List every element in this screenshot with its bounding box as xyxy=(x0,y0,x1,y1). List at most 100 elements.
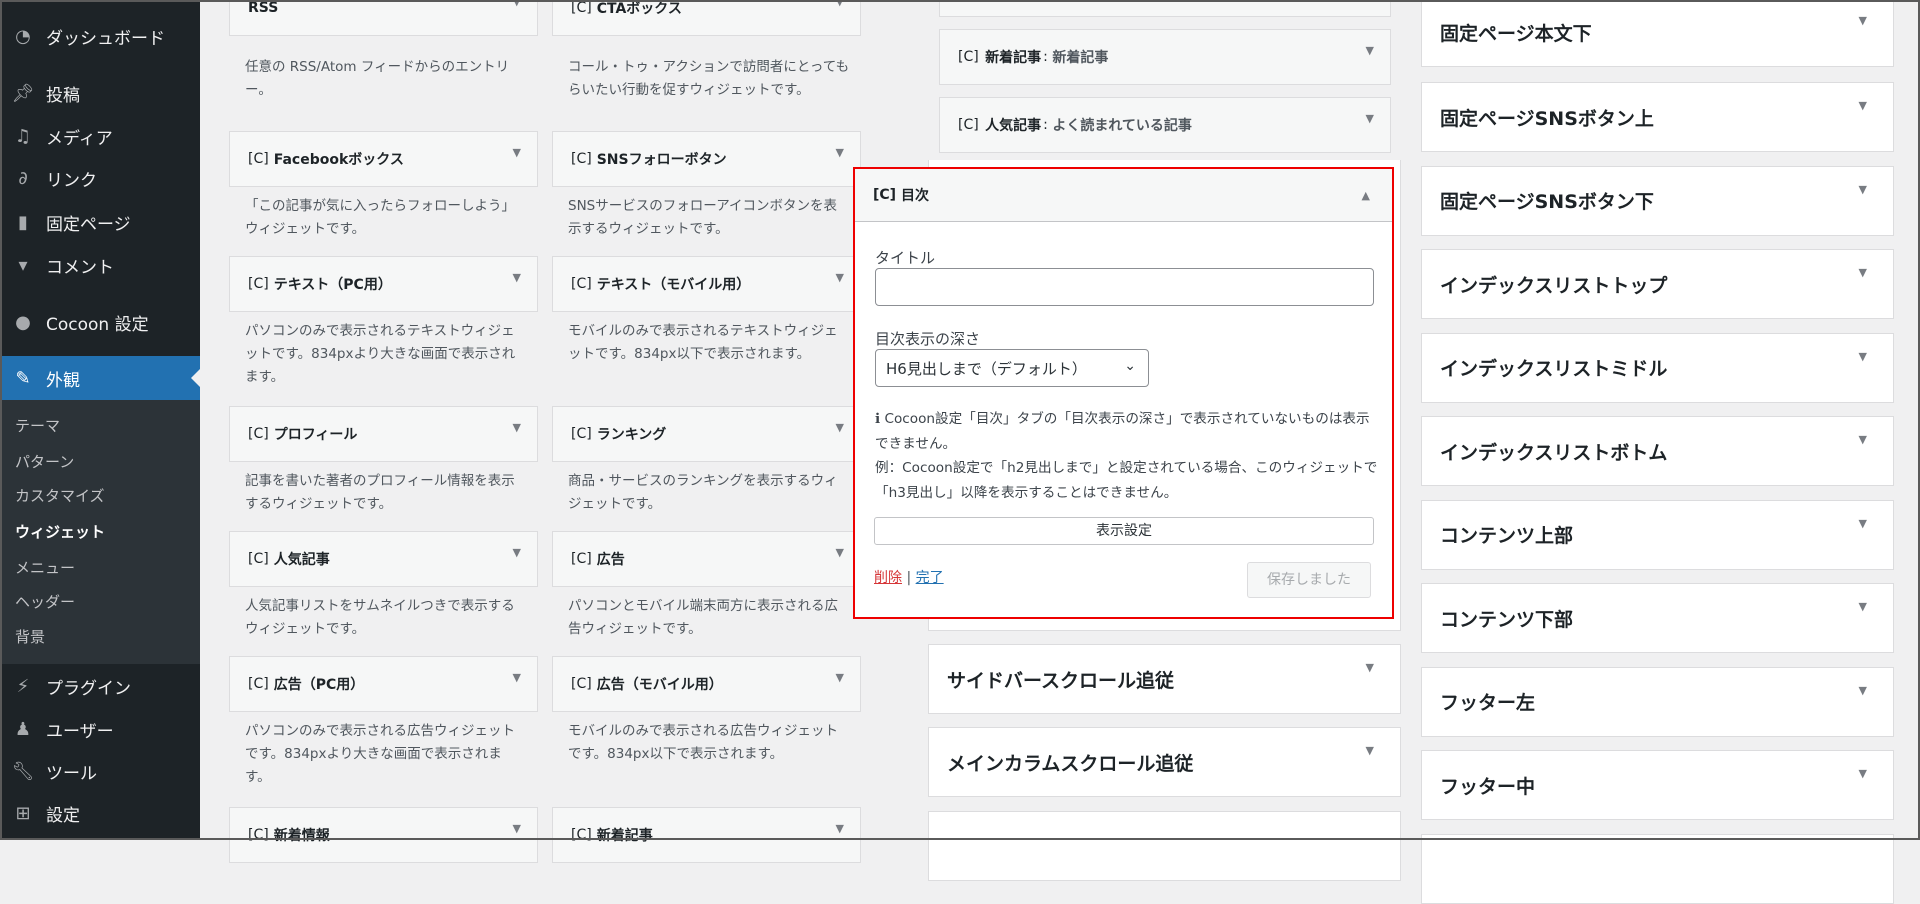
cocoon-icon: ● xyxy=(15,311,31,333)
submenu-patterns[interactable]: パターン xyxy=(15,451,74,472)
collapse-arrow-icon[interactable]: ▲ xyxy=(1362,189,1370,202)
expand-arrow-icon[interactable]: ▼ xyxy=(513,0,521,8)
expand-arrow-icon[interactable]: ▼ xyxy=(836,271,844,284)
available-widget[interactable]: RSS ▼ xyxy=(229,0,538,36)
expand-arrow-icon[interactable]: ▼ xyxy=(513,671,521,684)
expand-arrow-icon[interactable]: ▼ xyxy=(1859,517,1867,530)
expand-arrow-icon[interactable]: ▼ xyxy=(1859,433,1867,446)
delete-link[interactable]: 削除 xyxy=(874,570,902,586)
menu-tools[interactable]: 🔧︎ ツール xyxy=(0,751,200,791)
available-widget[interactable]: [C] テキスト（PC用） ▼ xyxy=(229,256,538,312)
comment-icon: ▾ xyxy=(18,254,28,276)
expand-arrow-icon[interactable]: ▼ xyxy=(1859,14,1867,27)
expand-arrow-icon[interactable]: ▼ xyxy=(513,546,521,559)
depth-note: ℹ Cocoon設定「目次」タブの「目次表示の深さ」で表示されていないものは表示… xyxy=(875,411,1378,501)
submenu-background[interactable]: 背景 xyxy=(15,626,45,647)
expand-arrow-icon[interactable]: ▼ xyxy=(513,421,521,434)
available-widget[interactable]: [C] 広告 ▼ xyxy=(552,531,861,587)
expand-arrow-icon[interactable]: ▼ xyxy=(1366,661,1374,674)
widget-description: 記事を書いた著者のプロフィール情報を表示するウィジェットです。 xyxy=(245,473,515,512)
menu-dashboard[interactable]: ◔ ダッシュボード xyxy=(0,16,200,56)
widget-area[interactable]: 固定ページSNSボタン下 ▼ xyxy=(1421,165,1894,236)
widget-area[interactable]: コンテンツ下部 ▼ xyxy=(1421,583,1894,653)
widget-area[interactable]: 固定ページ本文下 ▼ xyxy=(1421,0,1894,67)
available-widget[interactable]: [C] CTAボックス ▼ xyxy=(552,0,861,36)
expand-arrow-icon[interactable]: ▼ xyxy=(836,146,844,159)
submenu-themes[interactable]: テーマ xyxy=(15,415,60,436)
widget-area[interactable]: 固定ページSNSボタン上 ▼ xyxy=(1421,82,1894,152)
menu-settings[interactable]: ⊞ 設定 xyxy=(0,793,200,833)
menu-pages[interactable]: ▮ 固定ページ xyxy=(0,202,200,242)
available-widget[interactable]: [C] ランキング ▼ xyxy=(552,406,861,462)
available-widget[interactable]: [C] 広告（PC用） ▼ xyxy=(229,656,538,712)
area-next-right[interactable] xyxy=(1421,834,1894,904)
expand-arrow-icon[interactable]: ▼ xyxy=(836,671,844,684)
available-widget[interactable]: [C] 人気記事 ▼ xyxy=(229,531,538,587)
menu-media[interactable]: ♫ メディア xyxy=(0,116,200,156)
widget-description: コール・トゥ・アクションで訪問者にとってもらいたい行動を促すウィジェットです。 xyxy=(568,59,850,98)
widget-description: パソコンとモバイル端末両方に表示される広告ウィジェットです。 xyxy=(568,598,838,637)
expand-arrow-icon[interactable]: ▼ xyxy=(1859,767,1867,780)
sidebar-widget-top[interactable] xyxy=(939,0,1391,17)
menu-plugins[interactable]: ⚡︎ プラグイン xyxy=(0,666,200,706)
dashboard-icon: ◔ xyxy=(15,25,31,47)
menu-links[interactable]: ∂ リンク xyxy=(0,158,200,198)
expand-arrow-icon[interactable]: ▼ xyxy=(1859,684,1867,697)
area-next[interactable] xyxy=(928,811,1401,881)
submenu-widgets[interactable]: ウィジェット xyxy=(15,521,105,542)
submenu-header[interactable]: ヘッダー xyxy=(15,591,75,612)
expand-arrow-icon[interactable]: ▼ xyxy=(1366,744,1374,757)
widget-area[interactable]: インデックスリストミドル ▼ xyxy=(1421,332,1894,403)
available-widget[interactable]: [C] SNSフォローボタン ▼ xyxy=(552,131,861,187)
pin-icon: 📌︎ xyxy=(11,82,35,104)
available-widget[interactable]: [C] Facebookボックス ▼ xyxy=(229,131,538,187)
tool-icon: 🔧︎ xyxy=(11,760,35,782)
available-widget[interactable]: [C] 新着記事 ▼ xyxy=(552,807,861,863)
title-input[interactable] xyxy=(875,268,1374,306)
depth-select[interactable]: H6見出しまで（デフォルト） ⌄ xyxy=(875,349,1149,387)
expand-arrow-icon[interactable]: ▼ xyxy=(1859,600,1867,613)
available-widget[interactable]: [C] 新着情報 ▼ xyxy=(229,807,538,863)
save-button[interactable]: 保存しました xyxy=(1247,562,1371,598)
widget-area[interactable]: インデックスリストトップ ▼ xyxy=(1421,249,1894,319)
sidebar-widget-new-posts[interactable]: [C] 新着記事: 新着記事 ▼ xyxy=(939,29,1391,85)
user-icon: ♟ xyxy=(14,718,32,740)
available-widget[interactable]: [C] プロフィール ▼ xyxy=(229,406,538,462)
menu-users[interactable]: ♟ ユーザー xyxy=(0,709,200,749)
expand-arrow-icon[interactable]: ▼ xyxy=(1366,44,1374,57)
area-main-scroll[interactable]: メインカラムスクロール追従 ▼ xyxy=(928,727,1401,797)
menu-comments[interactable]: ▾ コメント xyxy=(0,245,200,285)
sidebar-widget-popular-posts[interactable]: [C] 人気記事: よく読まれている記事 ▼ xyxy=(939,97,1391,153)
display-settings-button[interactable]: 表示設定 xyxy=(874,517,1374,545)
expand-arrow-icon[interactable]: ▼ xyxy=(513,822,521,835)
expand-arrow-icon[interactable]: ▼ xyxy=(1859,350,1867,363)
submenu-customize[interactable]: カスタマイズ xyxy=(15,485,105,506)
expand-arrow-icon[interactable]: ▼ xyxy=(836,546,844,559)
done-link[interactable]: 完了 xyxy=(916,570,944,586)
expand-arrow-icon[interactable]: ▼ xyxy=(836,822,844,835)
chevron-down-icon: ⌄ xyxy=(1124,358,1136,374)
menu-posts[interactable]: 📌︎ 投稿 xyxy=(0,73,200,113)
expand-arrow-icon[interactable]: ▼ xyxy=(1859,266,1867,279)
widget-area[interactable]: フッター左 ▼ xyxy=(1421,666,1894,737)
available-widget[interactable]: [C] 広告（モバイル用） ▼ xyxy=(552,656,861,712)
expand-arrow-icon[interactable]: ▼ xyxy=(513,271,521,284)
expand-arrow-icon[interactable]: ▼ xyxy=(1366,112,1374,125)
menu-appearance[interactable]: ✎ 外観 xyxy=(0,356,200,400)
available-widget[interactable]: [C] テキスト（モバイル用） ▼ xyxy=(552,256,861,312)
submenu-menus[interactable]: メニュー xyxy=(15,557,75,578)
expand-arrow-icon[interactable]: ▼ xyxy=(1859,183,1867,196)
link-icon: ∂ xyxy=(18,167,28,189)
widget-area[interactable]: インデックスリストボトム ▼ xyxy=(1421,416,1894,486)
widget-area[interactable]: フッター中 ▼ xyxy=(1421,750,1894,820)
menu-cocoon-settings[interactable]: ● Cocoon 設定 xyxy=(0,302,200,342)
widget-description: 任意の RSS/Atom フィードからのエントリー。 xyxy=(245,59,510,98)
area-sidebar-scroll[interactable]: サイドバースクロール追従 ▼ xyxy=(928,644,1401,714)
toc-widget-header[interactable]: [C] 目次 ▲ xyxy=(855,169,1392,222)
expand-arrow-icon[interactable]: ▼ xyxy=(836,0,844,8)
widget-area[interactable]: コンテンツ上部 ▼ xyxy=(1421,499,1894,570)
expand-arrow-icon[interactable]: ▼ xyxy=(1859,99,1867,112)
appearance-submenu: テーマ パターン カスタマイズ ウィジェット メニュー ヘッダー 背景 xyxy=(0,400,200,664)
expand-arrow-icon[interactable]: ▼ xyxy=(836,421,844,434)
expand-arrow-icon[interactable]: ▼ xyxy=(513,146,521,159)
